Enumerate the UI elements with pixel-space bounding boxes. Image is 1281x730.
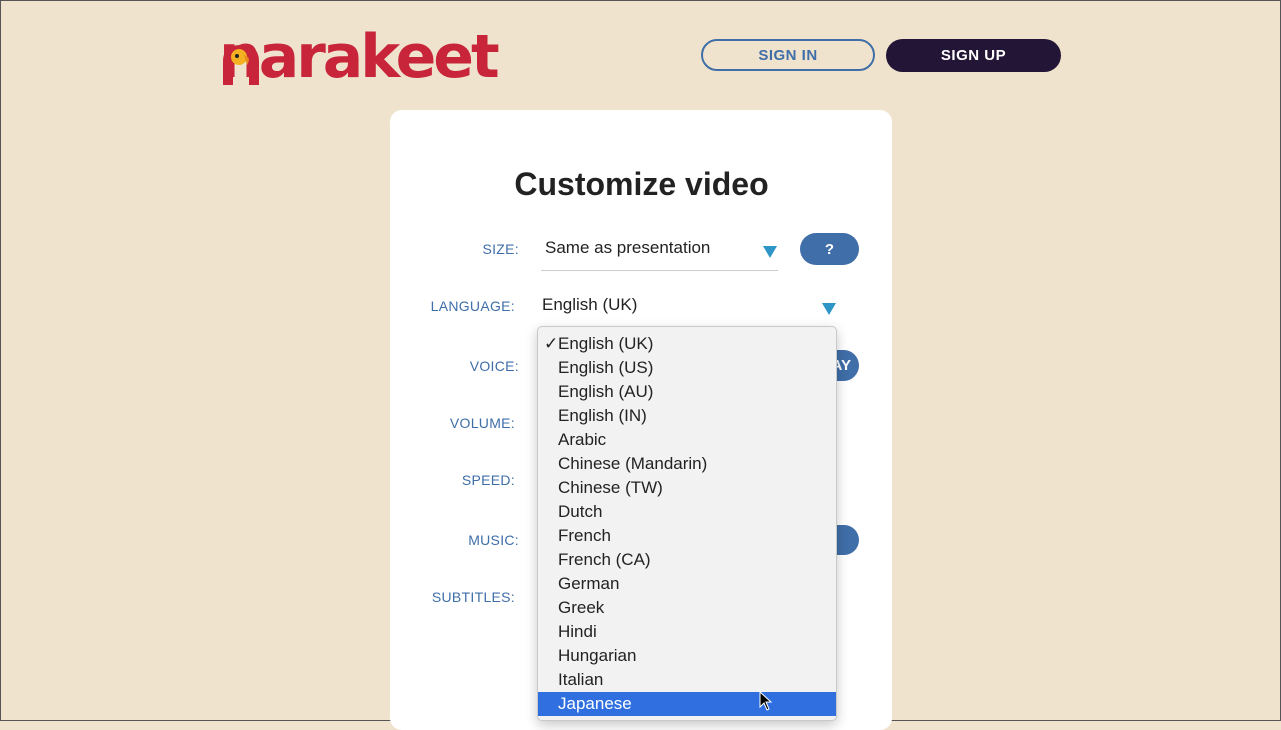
voice-label: VOICE: bbox=[469, 358, 519, 374]
language-option[interactable]: English (US) bbox=[538, 356, 836, 380]
speed-label: SPEED: bbox=[461, 472, 515, 488]
parrot-logo-icon bbox=[223, 45, 259, 85]
language-option[interactable]: Chinese (TW) bbox=[538, 476, 836, 500]
size-dropdown-arrow-icon[interactable] bbox=[763, 246, 777, 258]
size-label: SIZE: bbox=[482, 241, 519, 257]
language-option[interactable]: Arabic bbox=[538, 428, 836, 452]
language-dropdown-list[interactable]: ✓ English (UK) English (US) English (AU)… bbox=[537, 326, 837, 721]
language-option[interactable]: Italian bbox=[538, 668, 836, 692]
mouse-pointer-icon bbox=[759, 691, 773, 711]
volume-label: VOLUME: bbox=[449, 415, 515, 431]
page-title: Customize video bbox=[514, 166, 769, 202]
language-option[interactable]: French bbox=[538, 524, 836, 548]
language-option[interactable]: German bbox=[538, 572, 836, 596]
language-select[interactable]: English (UK) bbox=[542, 295, 637, 315]
music-label: MUSIC: bbox=[468, 532, 519, 548]
sign-up-button[interactable]: SIGN UP bbox=[886, 39, 1061, 72]
language-dropdown-arrow-icon[interactable] bbox=[822, 303, 836, 315]
checkmark-icon: ✓ bbox=[544, 334, 559, 353]
sign-in-button[interactable]: SIGN IN bbox=[701, 39, 875, 71]
narakeet-logo[interactable]: narakeet bbox=[219, 23, 500, 87]
language-option[interactable]: French (CA) bbox=[538, 548, 836, 572]
size-underline bbox=[541, 270, 778, 271]
language-label: LANGUAGE: bbox=[430, 298, 515, 314]
language-option[interactable]: English (AU) bbox=[538, 380, 836, 404]
language-option-highlighted[interactable]: Japanese bbox=[538, 692, 836, 716]
language-option[interactable]: Greek bbox=[538, 596, 836, 620]
language-option[interactable]: ✓ English (UK) bbox=[538, 332, 836, 356]
size-select[interactable]: Same as presentation bbox=[545, 238, 710, 258]
language-option[interactable]: English (IN) bbox=[538, 404, 836, 428]
language-option[interactable]: Hindi bbox=[538, 620, 836, 644]
subtitles-label: SUBTITLES: bbox=[431, 589, 515, 605]
size-help-button[interactable]: ? bbox=[800, 233, 859, 265]
language-option[interactable]: Dutch bbox=[538, 500, 836, 524]
language-option[interactable]: Chinese (Mandarin) bbox=[538, 452, 836, 476]
language-option[interactable]: Hungarian bbox=[538, 644, 836, 668]
